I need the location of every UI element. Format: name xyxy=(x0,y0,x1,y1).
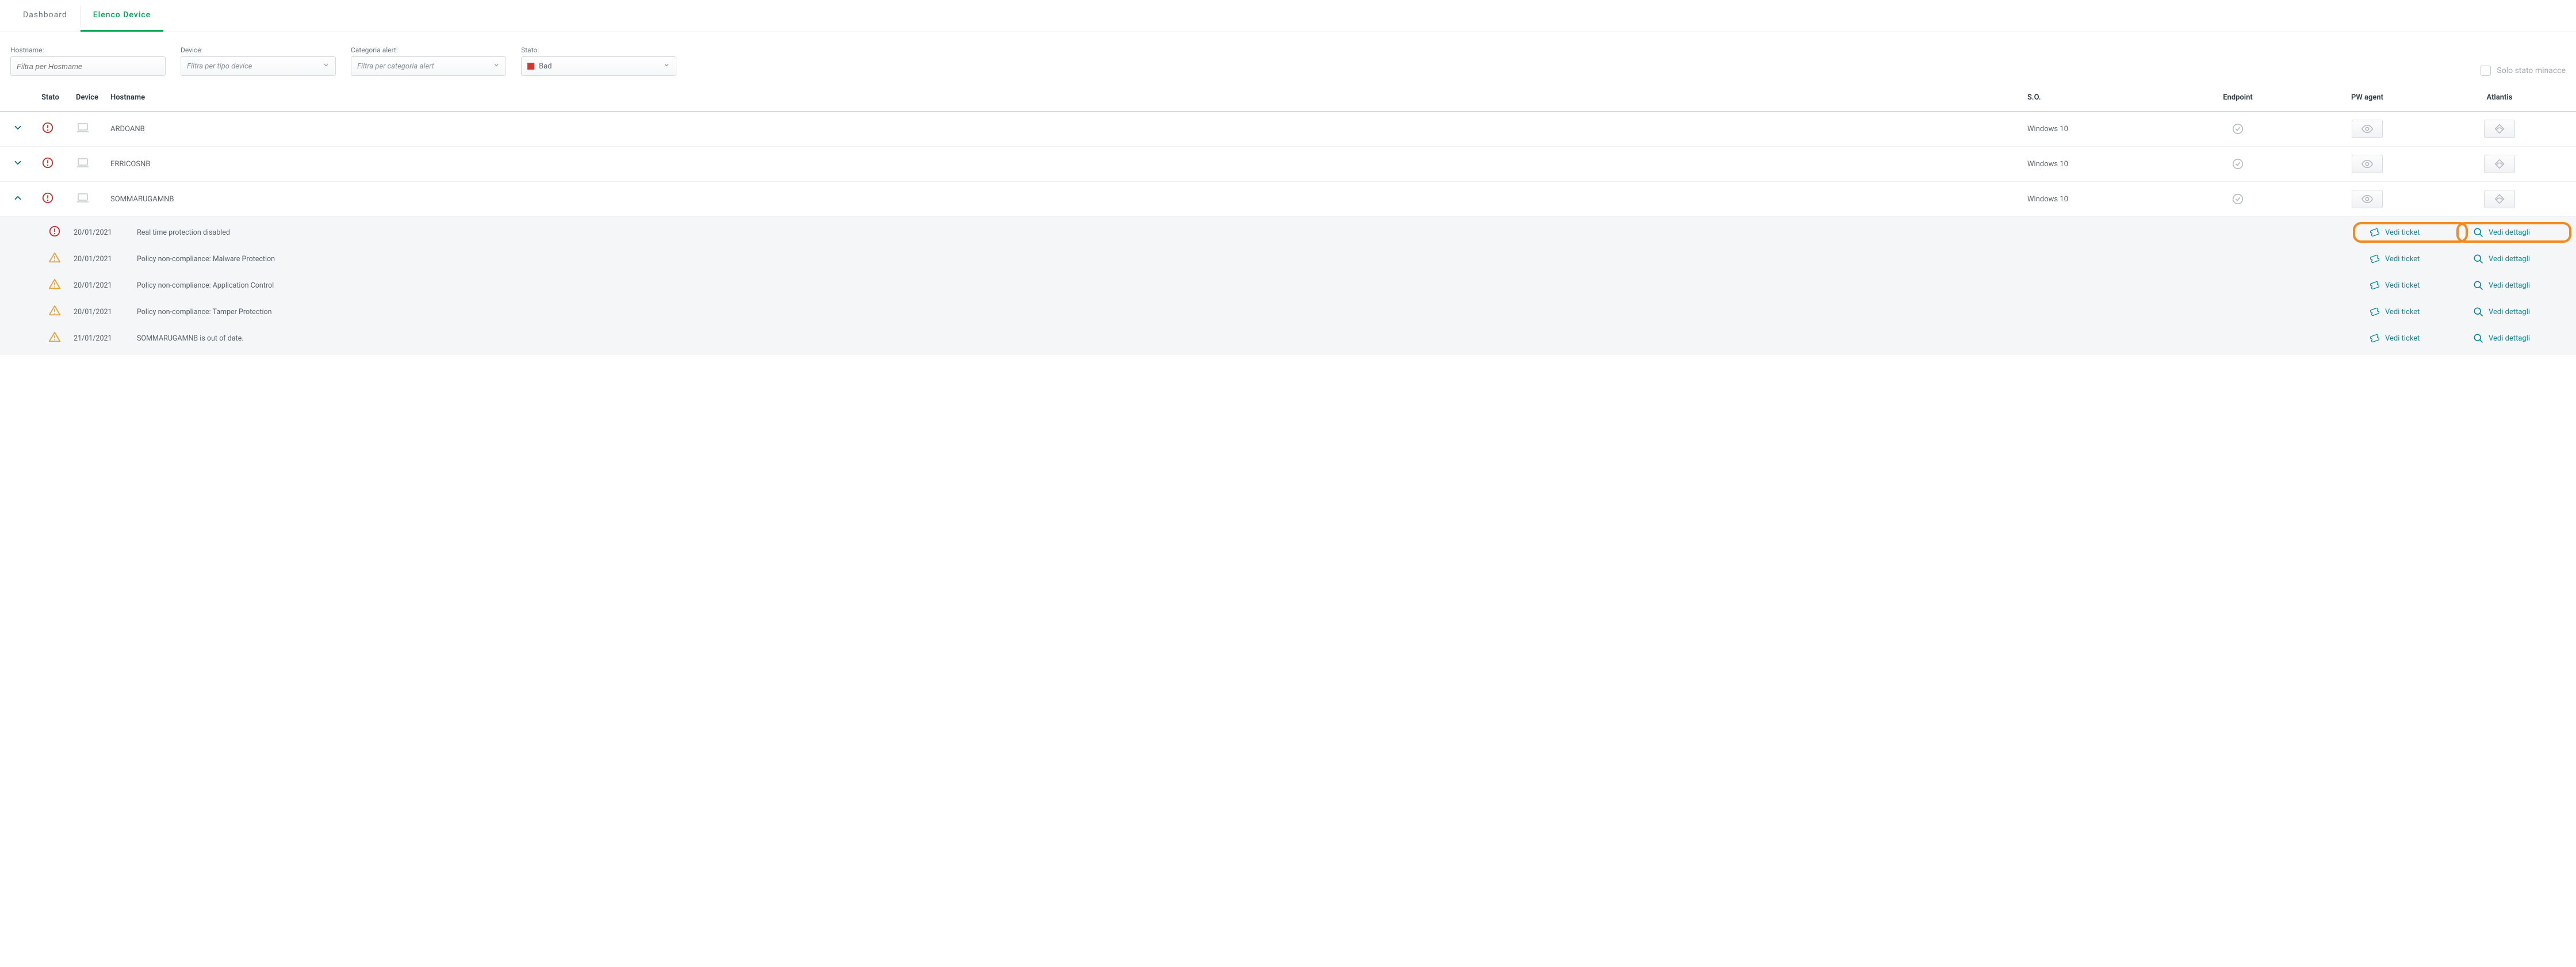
col-endpoint: Endpoint xyxy=(2175,90,2301,105)
alert-message: Policy non-compliance: Malware Protectio… xyxy=(137,255,2359,263)
col-pwagent: PW agent xyxy=(2301,90,2433,105)
device-type-icon xyxy=(74,189,108,209)
col-so: S.O. xyxy=(2025,90,2175,105)
vedi-ticket-link[interactable]: Vedi ticket xyxy=(2359,280,2462,291)
col-atlantis: Atlantis xyxy=(2433,90,2566,105)
tab-dashboard[interactable]: Dashboard xyxy=(10,0,80,32)
alert-warning-icon xyxy=(48,278,74,293)
alert-message: SOMMARUGAMNB is out of date. xyxy=(137,334,2359,343)
tab-elenco-device[interactable]: Elenco Device xyxy=(81,0,163,32)
hostname-filter-label: Hostname: xyxy=(10,46,166,54)
alert-warning-icon xyxy=(48,251,74,266)
alert-date: 20/01/2021 xyxy=(74,255,137,263)
vedi-ticket-link[interactable]: Vedi ticket xyxy=(2359,253,2462,265)
solo-stato-label: Solo stato minacce xyxy=(2497,66,2566,75)
pwagent-button[interactable] xyxy=(2352,190,2383,208)
vedi-dettagli-link[interactable]: Vedi dettagli xyxy=(2462,306,2566,318)
table-row: ERRICOSNB Windows 10 xyxy=(0,147,2576,182)
alert-warning-icon xyxy=(48,304,74,319)
device-filter-select[interactable]: Filtra per tipo device xyxy=(181,56,336,76)
hostname-filter-input[interactable] xyxy=(10,56,166,76)
atlantis-button[interactable] xyxy=(2484,155,2515,173)
table-row: ARDOANB Windows 10 xyxy=(0,112,2576,147)
table-header: Stato Device Hostname S.O. Endpoint PW a… xyxy=(0,86,2576,112)
tabs: Dashboard Elenco Device xyxy=(0,0,2576,32)
alerts-panel: 20/01/2021 Real time protection disabled… xyxy=(0,217,2576,355)
expand-toggle[interactable] xyxy=(10,120,39,137)
atlantis-button[interactable] xyxy=(2484,190,2515,208)
alert-row: 20/01/2021 Real time protection disabled… xyxy=(0,219,2576,246)
status-bad-icon xyxy=(39,154,74,174)
so-cell: Windows 10 xyxy=(2025,123,2175,136)
categoria-filter-select[interactable]: Filtra per categoria alert xyxy=(351,56,506,76)
alert-date: 20/01/2021 xyxy=(74,228,137,237)
status-bad-icon xyxy=(39,119,74,139)
expand-toggle[interactable] xyxy=(10,190,39,208)
vedi-dettagli-link[interactable]: Vedi dettagli xyxy=(2462,253,2566,265)
stato-filter-value: Bad xyxy=(539,62,552,71)
filters-bar: Hostname: Device: Filtra per tipo device… xyxy=(0,32,2576,86)
stato-filter-label: Stato: xyxy=(521,46,676,54)
categoria-filter-placeholder: Filtra per categoria alert xyxy=(357,62,434,71)
chevron-down-icon xyxy=(323,62,330,71)
endpoint-status-icon xyxy=(2175,120,2301,137)
vedi-ticket-link[interactable]: Vedi ticket xyxy=(2359,306,2462,318)
pwagent-button[interactable] xyxy=(2352,155,2383,173)
alert-date: 21/01/2021 xyxy=(74,334,137,343)
alert-row: 20/01/2021 Policy non-compliance: Malwar… xyxy=(0,246,2576,272)
alert-row: 20/01/2021 Policy non-compliance: Applic… xyxy=(0,272,2576,299)
categoria-filter-label: Categoria alert: xyxy=(351,46,506,54)
atlantis-button[interactable] xyxy=(2484,120,2515,138)
endpoint-status-icon xyxy=(2175,155,2301,173)
so-cell: Windows 10 xyxy=(2025,193,2175,206)
alert-error-icon xyxy=(48,225,74,240)
col-hostname: Hostname xyxy=(108,90,2025,105)
alert-warning-icon xyxy=(48,331,74,346)
alert-row: 20/01/2021 Policy non-compliance: Tamper… xyxy=(0,299,2576,325)
device-type-icon xyxy=(74,154,108,174)
alert-date: 20/01/2021 xyxy=(74,281,137,290)
status-color-swatch xyxy=(527,63,534,70)
vedi-dettagli-link[interactable]: Vedi dettagli xyxy=(2462,332,2566,344)
alert-row: 21/01/2021 SOMMARUGAMNB is out of date. … xyxy=(0,325,2576,351)
pwagent-button[interactable] xyxy=(2352,120,2383,138)
stato-filter-select[interactable]: Bad xyxy=(521,56,676,76)
hostname-cell: ARDOANB xyxy=(108,123,2025,136)
device-filter-label: Device: xyxy=(181,46,336,54)
device-filter-placeholder: Filtra per tipo device xyxy=(187,62,252,71)
col-device: Device xyxy=(74,90,108,105)
so-cell: Windows 10 xyxy=(2025,158,2175,171)
device-type-icon xyxy=(74,119,108,139)
vedi-dettagli-link[interactable]: Vedi dettagli xyxy=(2462,227,2566,238)
alert-message: Real time protection disabled xyxy=(137,228,2359,237)
checkbox-box xyxy=(2481,66,2491,76)
chevron-down-icon xyxy=(663,62,670,71)
status-bad-icon xyxy=(39,189,74,209)
chevron-down-icon xyxy=(493,62,500,71)
solo-stato-minacce-checkbox[interactable]: Solo stato minacce xyxy=(2481,66,2566,76)
vedi-dettagli-link[interactable]: Vedi dettagli xyxy=(2462,280,2566,291)
alert-message: Policy non-compliance: Application Contr… xyxy=(137,281,2359,290)
vedi-ticket-link[interactable]: Vedi ticket xyxy=(2359,227,2462,238)
hostname-cell: ERRICOSNB xyxy=(108,158,2025,171)
table-row: SOMMARUGAMNB Windows 10 xyxy=(0,182,2576,217)
col-stato: Stato xyxy=(39,90,74,105)
vedi-ticket-link[interactable]: Vedi ticket xyxy=(2359,332,2462,344)
hostname-cell: SOMMARUGAMNB xyxy=(108,193,2025,206)
alert-date: 20/01/2021 xyxy=(74,308,137,316)
expand-toggle[interactable] xyxy=(10,155,39,173)
endpoint-status-icon xyxy=(2175,190,2301,208)
alert-message: Policy non-compliance: Tamper Protection xyxy=(137,308,2359,316)
